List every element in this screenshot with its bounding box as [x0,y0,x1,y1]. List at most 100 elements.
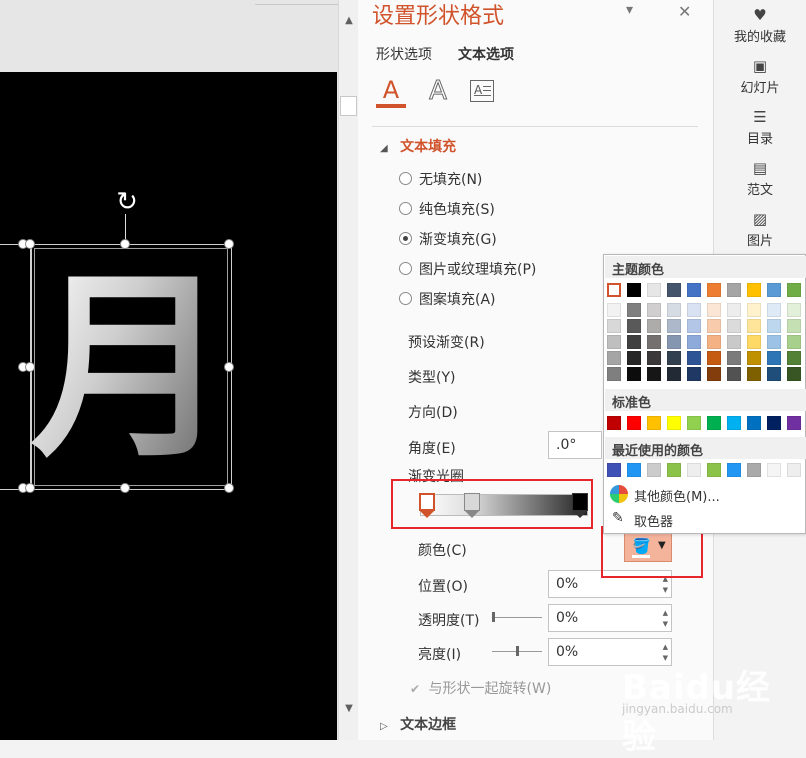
gradient-stops-bar[interactable] [420,494,588,516]
theme-shade-swatch[interactable] [607,367,621,381]
theme-shade-swatch[interactable] [647,319,661,333]
transparency-input[interactable]: 0% ▲ ▼ [548,604,672,632]
angle-input[interactable]: .0° [548,431,602,459]
standard-color-swatch[interactable] [727,416,741,430]
eyedropper-menu-item[interactable]: 取色器 [634,511,673,530]
recent-color-swatch[interactable] [647,463,661,477]
scrollbar-thumb[interactable] [340,96,357,116]
theme-shade-swatch[interactable] [627,303,641,317]
theme-shade-swatch[interactable] [607,319,621,333]
theme-shade-swatch[interactable] [767,367,781,381]
text-effects-icon[interactable]: A [423,76,453,108]
theme-shade-swatch[interactable] [627,351,641,365]
recent-color-swatch[interactable] [607,463,621,477]
standard-color-swatch[interactable] [767,416,781,430]
theme-shade-swatch[interactable] [687,351,701,365]
text-fill-outline-icon[interactable]: A [376,76,406,108]
resize-handle-top[interactable] [120,239,130,249]
theme-shade-swatch[interactable] [787,351,801,365]
recent-color-swatch[interactable] [707,463,721,477]
theme-color-swatch[interactable] [647,283,661,297]
theme-shade-swatch[interactable] [627,367,641,381]
theme-color-swatch[interactable] [747,283,761,297]
gradient-stop-2[interactable] [464,493,480,519]
theme-shade-swatch[interactable] [727,367,741,381]
theme-shade-swatch[interactable] [647,351,661,365]
theme-shade-swatch[interactable] [747,319,761,333]
theme-shade-swatch[interactable] [667,351,681,365]
theme-shade-swatch[interactable] [787,335,801,349]
radio-button[interactable] [399,262,412,275]
spin-down-icon[interactable]: ▼ [663,620,668,628]
theme-shade-swatch[interactable] [767,351,781,365]
theme-shade-swatch[interactable] [727,303,741,317]
transparency-slider[interactable] [492,617,542,618]
theme-color-swatch[interactable] [767,283,781,297]
theme-shade-swatch[interactable] [687,367,701,381]
theme-shade-swatch[interactable] [647,303,661,317]
theme-shade-swatch[interactable] [707,335,721,349]
standard-color-swatch[interactable] [667,416,681,430]
standard-color-swatch[interactable] [607,416,621,430]
theme-shade-swatch[interactable] [767,335,781,349]
standard-color-swatch[interactable] [787,416,801,430]
scroll-up-icon[interactable]: ▲ [340,12,358,30]
theme-shade-swatch[interactable] [667,335,681,349]
theme-shade-swatch[interactable] [747,335,761,349]
gradient-stop-1[interactable] [419,493,435,519]
resize-handle-bottom-right[interactable] [224,483,234,493]
theme-shade-swatch[interactable] [687,303,701,317]
standard-color-swatch[interactable] [747,416,761,430]
theme-shade-swatch[interactable] [607,351,621,365]
theme-shade-swatch[interactable] [607,335,621,349]
theme-shade-swatch[interactable] [687,335,701,349]
rightbar-item-toc[interactable]: ☰ 目录 [714,108,806,147]
theme-shade-swatch[interactable] [707,351,721,365]
rotate-handle-icon[interactable]: ↻ [113,188,141,216]
fill-color-dropdown-button[interactable]: 🪣 ▼ [624,533,672,562]
recent-color-swatch[interactable] [787,463,801,477]
spin-down-icon[interactable]: ▼ [663,586,668,594]
rotate-with-shape-checkbox[interactable]: ✔ 与形状一起旋转(W) [410,678,551,698]
resize-handle-top-left[interactable] [25,239,35,249]
theme-color-swatch[interactable] [607,283,621,297]
theme-color-swatch[interactable] [667,283,681,297]
theme-shade-swatch[interactable] [707,319,721,333]
tab-shape-options[interactable]: 形状选项 [376,44,432,64]
radio-button[interactable] [399,202,412,215]
pane-options-chevron-icon[interactable]: ▾ [626,2,633,18]
theme-shade-swatch[interactable] [627,335,641,349]
recent-color-swatch[interactable] [727,463,741,477]
theme-shade-swatch[interactable] [667,367,681,381]
recent-color-swatch[interactable] [687,463,701,477]
theme-shade-swatch[interactable] [707,367,721,381]
recent-color-swatch[interactable] [767,463,781,477]
rightbar-item-samples[interactable]: ▤ 范文 [714,159,806,198]
theme-shade-swatch[interactable] [787,303,801,317]
resize-handle-right[interactable] [224,362,234,372]
theme-shade-swatch[interactable] [607,303,621,317]
recent-color-swatch[interactable] [667,463,681,477]
gradient-stop-3[interactable] [572,493,588,519]
theme-shade-swatch[interactable] [627,319,641,333]
scroll-down-icon[interactable]: ▼ [340,700,358,718]
theme-shade-swatch[interactable] [747,303,761,317]
theme-shade-swatch[interactable] [747,351,761,365]
theme-shade-swatch[interactable] [787,319,801,333]
theme-shade-swatch[interactable] [787,367,801,381]
theme-shade-swatch[interactable] [747,367,761,381]
theme-shade-swatch[interactable] [667,319,681,333]
vertical-scrollbar[interactable]: ▲ ▼ [338,0,358,740]
theme-shade-swatch[interactable] [727,351,741,365]
more-colors-menu-item[interactable]: 其他颜色(M)... [634,486,720,505]
standard-color-swatch[interactable] [687,416,701,430]
radio-button-selected[interactable] [399,232,412,245]
transparency-slider-thumb[interactable] [492,612,495,622]
resize-handle-bottom[interactable] [120,483,130,493]
theme-shade-swatch[interactable] [727,335,741,349]
theme-shade-swatch[interactable] [767,319,781,333]
spin-up-icon[interactable]: ▲ [663,643,668,651]
theme-color-swatch[interactable] [787,283,801,297]
theme-shade-swatch[interactable] [727,319,741,333]
theme-shade-swatch[interactable] [667,303,681,317]
